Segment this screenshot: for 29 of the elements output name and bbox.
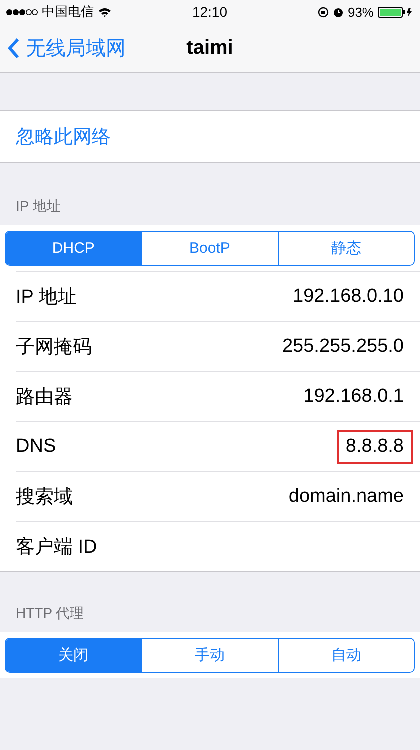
wifi-icon bbox=[98, 6, 112, 18]
segment-tab[interactable]: 静态 bbox=[278, 232, 414, 265]
row-label: 客户端 ID bbox=[16, 536, 98, 560]
signal-icon bbox=[6, 8, 38, 16]
row-label: 路由器 bbox=[16, 386, 73, 410]
row-value: 192.168.0.10 bbox=[292, 284, 405, 308]
row-label: 子网掩码 bbox=[16, 336, 92, 360]
status-time: 12:10 bbox=[192, 4, 228, 20]
nav-title: taimi bbox=[186, 36, 234, 60]
row-label: 搜索域 bbox=[16, 486, 73, 510]
row-value: 8.8.8.8 bbox=[336, 430, 413, 464]
row-value: domain.name bbox=[288, 484, 405, 508]
row-label: IP 地址 bbox=[16, 286, 77, 310]
segment-tab[interactable]: DHCP bbox=[6, 232, 142, 265]
segment-tab[interactable]: 自动 bbox=[278, 639, 414, 672]
row-label: DNS bbox=[16, 436, 56, 458]
segment-tab[interactable]: 关闭 bbox=[6, 639, 142, 672]
section-header: IP 地址 bbox=[16, 198, 61, 216]
carrier-name: 中国电信 bbox=[42, 3, 94, 21]
row-value: 255.255.255.0 bbox=[281, 334, 405, 358]
chevron-left-icon bbox=[8, 38, 20, 58]
rotation-lock-icon bbox=[318, 6, 329, 18]
alarm-icon bbox=[332, 6, 344, 18]
battery-icon bbox=[378, 6, 414, 18]
battery-percent: 93% bbox=[348, 4, 374, 20]
back-button[interactable]: 无线局域网 bbox=[0, 34, 134, 62]
forget-network-button[interactable]: 忽略此网络 bbox=[0, 111, 420, 162]
section-header: HTTP 代理 bbox=[16, 605, 84, 623]
row-value: 192.168.0.1 bbox=[302, 384, 405, 408]
